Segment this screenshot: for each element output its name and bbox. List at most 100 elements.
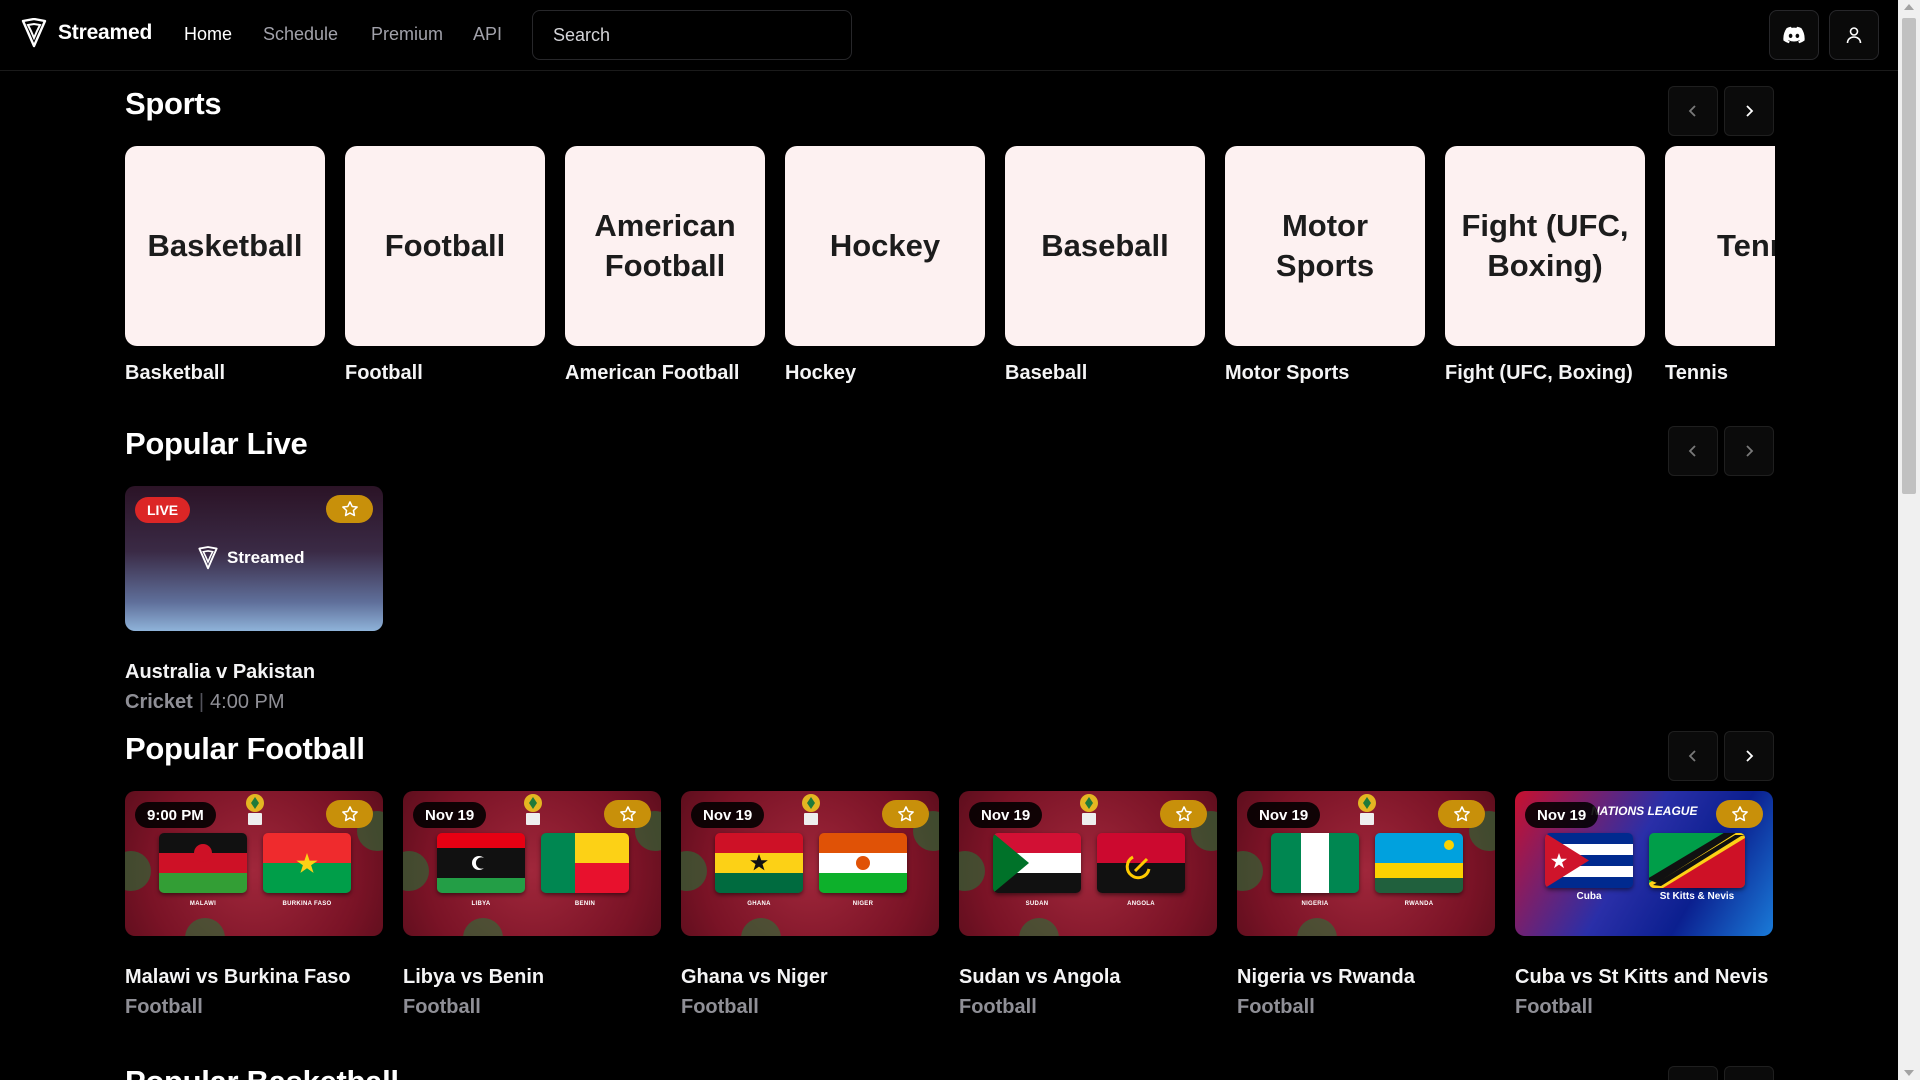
- flag-sudan-icon: [993, 833, 1081, 893]
- search-input[interactable]: [532, 10, 852, 60]
- sport-card-football[interactable]: Football Football: [345, 146, 545, 388]
- event-card-libya-benin[interactable]: Nov 19 LIBYA BENIN Libya vs Benin Footba…: [403, 791, 661, 1020]
- sport-card-fight[interactable]: Fight (UFC, Boxing) Fight (UFC, Boxing): [1445, 146, 1645, 388]
- event-thumbnail: Nov 19 NIGERIA RWANDA: [1237, 791, 1495, 936]
- live-next-button[interactable]: [1724, 426, 1774, 476]
- sports-prev-button[interactable]: [1668, 86, 1718, 136]
- brand[interactable]: Streamed: [20, 18, 152, 48]
- favorite-button[interactable]: [882, 800, 929, 828]
- caf-trophy-icon: [1080, 794, 1098, 825]
- nav-link-schedule[interactable]: Schedule: [263, 24, 338, 45]
- away-team-name: NIGER: [852, 901, 874, 907]
- event-card-ghana-niger[interactable]: Nov 19 GHANA NIGER Ghana vs Niger Footba…: [681, 791, 939, 1020]
- football-prev-button[interactable]: [1668, 731, 1718, 781]
- discord-button[interactable]: [1769, 10, 1819, 60]
- sport-card-hockey[interactable]: Hockey Hockey: [785, 146, 985, 388]
- favorite-button[interactable]: [1160, 800, 1207, 828]
- sport-card-basketball[interactable]: Basketball Basketball: [125, 146, 325, 388]
- chevron-left-icon: [1688, 105, 1696, 117]
- event-card-sudan-angola[interactable]: Nov 19 SUDAN ANGOLA Sudan vs Angola Foot…: [959, 791, 1217, 1020]
- sport-card-tennis[interactable]: Tennis Tennis: [1665, 146, 1775, 388]
- account-button[interactable]: [1829, 10, 1879, 60]
- event-meta: Cricket | 4:00 PM: [125, 689, 383, 715]
- flag-nigeria-icon: [1271, 833, 1359, 893]
- caf-trophy-icon: [1358, 794, 1376, 825]
- event-thumbnail: LIVE Streamed: [125, 486, 383, 631]
- caf-trophy-icon: [802, 794, 820, 825]
- basketball-prev-button[interactable]: [1668, 1066, 1718, 1080]
- star-icon: [1175, 806, 1192, 822]
- caf-trophy-icon: [524, 794, 542, 825]
- sport-label: Motor Sports: [1225, 362, 1350, 384]
- sport-tile: Tennis: [1665, 146, 1775, 346]
- event-card-malawi-burkina-faso[interactable]: 9:00 PM MALAWI BURKINA FASO Malawi vs Bu…: [125, 791, 383, 1020]
- favorite-button[interactable]: [1716, 800, 1763, 828]
- home-team-name: GHANA: [747, 901, 771, 907]
- chevron-left-icon: [1688, 750, 1696, 762]
- event-category: Cricket: [125, 691, 193, 713]
- nav-link-home[interactable]: Home: [184, 24, 232, 45]
- home-team-name: LIBYA: [471, 901, 491, 907]
- meta-separator: |: [198, 691, 205, 713]
- section-title-sports: Sports: [125, 86, 222, 121]
- scroll-down-arrow-icon[interactable]: [1904, 1070, 1914, 1076]
- event-title: Ghana vs Niger: [681, 966, 828, 988]
- favorite-button[interactable]: [326, 800, 373, 828]
- basketball-next-button[interactable]: [1724, 1066, 1774, 1080]
- away-team-name: BURKINA FASO: [282, 901, 332, 907]
- event-card-nigeria-rwanda[interactable]: Nov 19 NIGERIA RWANDA Nigeria vs Rwanda …: [1237, 791, 1495, 1020]
- sport-card-motor-sports[interactable]: Motor Sports Motor Sports: [1225, 146, 1425, 388]
- flag-ghana-icon: [715, 833, 803, 893]
- event-thumbnail: Nov 19 GHANA NIGER: [681, 791, 939, 936]
- event-title: Libya vs Benin: [403, 966, 545, 988]
- sport-tile: Basketball: [125, 146, 325, 346]
- event-thumbnail: Nov 19 LIBYA BENIN: [403, 791, 661, 936]
- event-thumbnail: NATIONS LEAGUE Nov 19 Cuba St Kitts & Ne…: [1515, 791, 1773, 936]
- home-team-name: Cuba: [1576, 891, 1602, 902]
- sport-card-american-football[interactable]: American Football American Football: [565, 146, 765, 388]
- sport-label: Tennis: [1665, 362, 1728, 384]
- event-card-cuba-st-kitts[interactable]: NATIONS LEAGUE Nov 19 Cuba St Kitts & Ne…: [1515, 791, 1773, 1020]
- event-category: Football: [1515, 996, 1593, 1018]
- sport-tile: American Football: [565, 146, 765, 346]
- date-badge: Nov 19: [1247, 802, 1321, 828]
- live-badge: LIVE: [135, 497, 191, 523]
- sports-carousel: Basketball Basketball Football Football …: [125, 146, 1775, 416]
- date-badge: Nov 19: [691, 802, 765, 828]
- nav-link-api[interactable]: API: [473, 24, 502, 45]
- sports-next-button[interactable]: [1724, 86, 1774, 136]
- favorite-button[interactable]: [326, 495, 373, 523]
- event-card-australia-pakistan[interactable]: LIVE Streamed Australia v Pakistan Crick…: [125, 486, 383, 715]
- star-icon: [897, 806, 914, 822]
- favorite-button[interactable]: [1438, 800, 1485, 828]
- sport-label: American Football: [565, 362, 740, 384]
- section-title-popular-football: Popular Football: [125, 731, 365, 766]
- streamed-watermark: Streamed: [197, 546, 304, 570]
- chevron-right-icon: [1746, 105, 1754, 117]
- away-team-name: RWANDA: [1404, 901, 1434, 907]
- sport-tile: Fight (UFC, Boxing): [1445, 146, 1645, 346]
- section-title-popular-live: Popular Live: [125, 426, 308, 461]
- sport-tile: Baseball: [1005, 146, 1205, 346]
- scrollbar-thumb[interactable]: [1902, 18, 1916, 494]
- chevron-right-icon: [1746, 445, 1754, 457]
- nav-link-premium[interactable]: Premium: [371, 24, 443, 45]
- chevron-left-icon: [1688, 445, 1696, 457]
- sport-card-baseball[interactable]: Baseball Baseball: [1005, 146, 1205, 388]
- home-team-name: NIGERIA: [1301, 901, 1329, 907]
- home-team-name: SUDAN: [1025, 901, 1049, 907]
- scroll-up-arrow-icon[interactable]: [1904, 4, 1914, 10]
- section-title-popular-basketball: Popular Basketball: [125, 1064, 399, 1080]
- football-next-button[interactable]: [1724, 731, 1774, 781]
- live-prev-button[interactable]: [1668, 426, 1718, 476]
- favorite-button[interactable]: [604, 800, 651, 828]
- flag-burkina-faso-icon: [263, 833, 351, 893]
- sport-tile: Motor Sports: [1225, 146, 1425, 346]
- event-title: Australia v Pakistan: [125, 661, 316, 683]
- sport-tile: Hockey: [785, 146, 985, 346]
- away-team-name: St Kitts & Nevis: [1659, 891, 1735, 902]
- date-badge: Nov 19: [969, 802, 1043, 828]
- flag-benin-icon: [541, 833, 629, 893]
- sport-label: Football: [345, 362, 423, 384]
- flag-cuba-icon: [1545, 833, 1633, 888]
